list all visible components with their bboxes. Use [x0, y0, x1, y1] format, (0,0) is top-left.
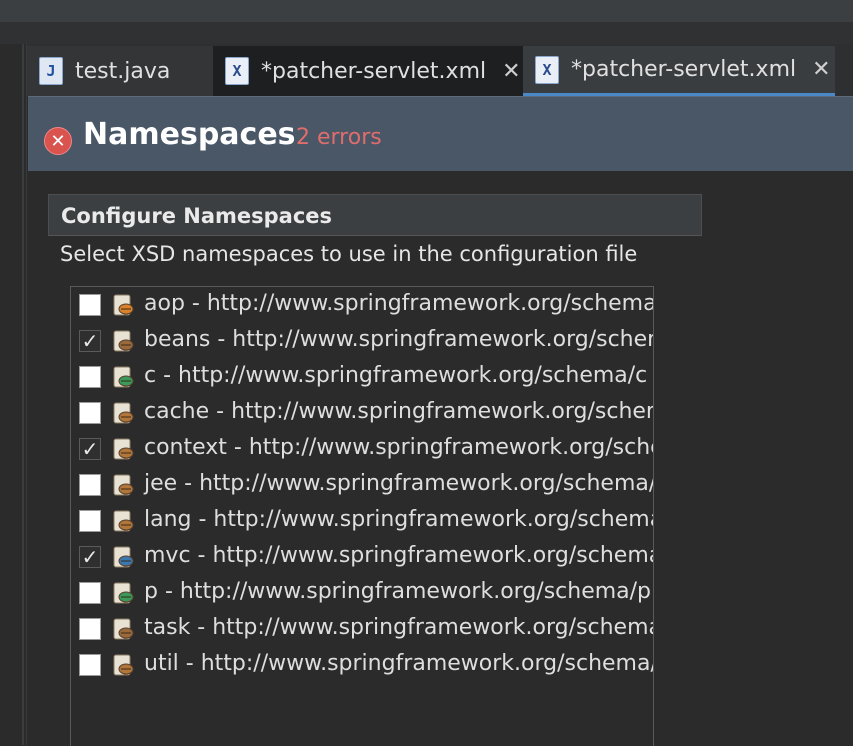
namespace-label: jee - http://www.springframework.org/sch… — [144, 471, 654, 496]
namespace-row[interactable]: task - http://www.springframework.org/sc… — [71, 611, 653, 647]
namespace-checkbox[interactable]: ✓ — [79, 330, 101, 352]
namespace-row[interactable]: ✓ beans - http://www.springframework.org/… — [71, 323, 653, 359]
namespace-label: lang - http://www.springframework.org/sc… — [144, 507, 653, 532]
namespace-label: util - http://www.springframework.org/sc… — [144, 651, 654, 676]
namespace-checkbox[interactable] — [79, 618, 101, 640]
tab-label: test.java — [75, 58, 171, 84]
cache-icon — [113, 402, 134, 424]
top-toolbar — [0, 0, 853, 22]
task-icon — [113, 618, 134, 640]
namespace-row[interactable]: aop - http://www.springframework.org/sch… — [71, 287, 654, 323]
tab-label: *patcher-servlet.xml — [571, 57, 797, 82]
namespace-row[interactable]: c - http://www.springframework.org/schem… — [71, 359, 651, 395]
namespace-label: task - http://www.springframework.org/sc… — [144, 615, 653, 640]
checkmark-icon: ✓ — [81, 329, 99, 353]
namespace-checkbox[interactable]: ✓ — [79, 438, 101, 460]
toolbar-separator — [0, 22, 853, 44]
namespace-row[interactable]: cache - http://www.springframework.org/s… — [71, 395, 653, 431]
mvc-globe-icon — [113, 546, 134, 568]
namespace-label: mvc - http://www.springframework.org/sch… — [144, 543, 653, 568]
editor-tab-bar: J test.java X *patcher-servlet.xml ✕ X *… — [27, 44, 853, 96]
namespace-checkbox[interactable] — [79, 510, 101, 532]
tab-patcher-servlet-xml-active[interactable]: X *patcher-servlet.xml ✕ — [523, 46, 835, 96]
error-count-link[interactable]: 2 errors — [296, 125, 382, 150]
close-icon[interactable]: ✕ — [502, 59, 520, 84]
c-namespace-icon — [113, 366, 134, 388]
left-side-gutter — [0, 44, 27, 745]
tab-test-java[interactable]: J test.java — [27, 46, 213, 96]
page-title: Namespaces — [83, 117, 296, 152]
util-icon — [113, 654, 134, 676]
page-header: ✕ Namespaces 2 errors — [28, 96, 853, 171]
namespace-row[interactable]: util - http://www.springframework.org/sc… — [71, 647, 654, 683]
namespace-row[interactable]: p - http://www.springframework.org/schem… — [71, 575, 651, 611]
section-description: Select XSD namespaces to use in the conf… — [60, 242, 638, 266]
aop-icon — [113, 294, 134, 316]
namespace-list[interactable]: aop - http://www.springframework.org/sch… — [70, 286, 654, 746]
xml-file-icon: X — [225, 57, 249, 85]
tab-patcher-servlet-xml[interactable]: X *patcher-servlet.xml ✕ — [213, 46, 523, 96]
close-icon[interactable]: ✕ — [812, 57, 830, 82]
lang-icon — [113, 510, 134, 532]
namespace-row[interactable]: ✓ context - http://www.springframework.or… — [71, 431, 653, 467]
java-file-icon: J — [39, 57, 63, 85]
jee-icon — [113, 474, 134, 496]
namespace-checkbox[interactable] — [79, 582, 101, 604]
checkmark-icon: ✓ — [81, 437, 99, 461]
namespace-label: c - http://www.springframework.org/schem… — [144, 363, 648, 388]
namespace-checkbox[interactable] — [79, 402, 101, 424]
namespace-label: aop - http://www.springframework.org/sch… — [144, 291, 654, 316]
error-icon: ✕ — [44, 127, 72, 155]
namespace-row[interactable]: jee - http://www.springframework.org/sch… — [71, 467, 654, 503]
tab-label: *patcher-servlet.xml — [261, 58, 487, 84]
namespace-checkbox[interactable] — [79, 474, 101, 496]
namespace-checkbox[interactable] — [79, 294, 101, 316]
p-namespace-icon — [113, 582, 134, 604]
checkmark-icon: ✓ — [81, 545, 99, 569]
section-title[interactable]: Configure Namespaces — [48, 194, 702, 236]
namespace-checkbox[interactable] — [79, 366, 101, 388]
namespace-label: context - http://www.springframework.org… — [144, 435, 653, 460]
namespace-row[interactable]: lang - http://www.springframework.org/sc… — [71, 503, 653, 539]
namespace-checkbox[interactable] — [79, 654, 101, 676]
namespace-row[interactable]: ✓ mvc - http://www.springframework.org/sc… — [71, 539, 653, 575]
namespace-checkbox[interactable]: ✓ — [79, 546, 101, 568]
beans-icon — [113, 330, 134, 352]
namespace-label: p - http://www.springframework.org/schem… — [144, 579, 652, 604]
namespace-label: beans - http://www.springframework.org/s… — [144, 327, 653, 352]
configure-namespaces-panel: Configure Namespaces Select XSD namespac… — [48, 194, 702, 746]
context-icon — [113, 438, 134, 460]
namespace-label: cache - http://www.springframework.org/s… — [144, 399, 653, 424]
spring-xml-file-icon: X — [535, 55, 559, 84]
